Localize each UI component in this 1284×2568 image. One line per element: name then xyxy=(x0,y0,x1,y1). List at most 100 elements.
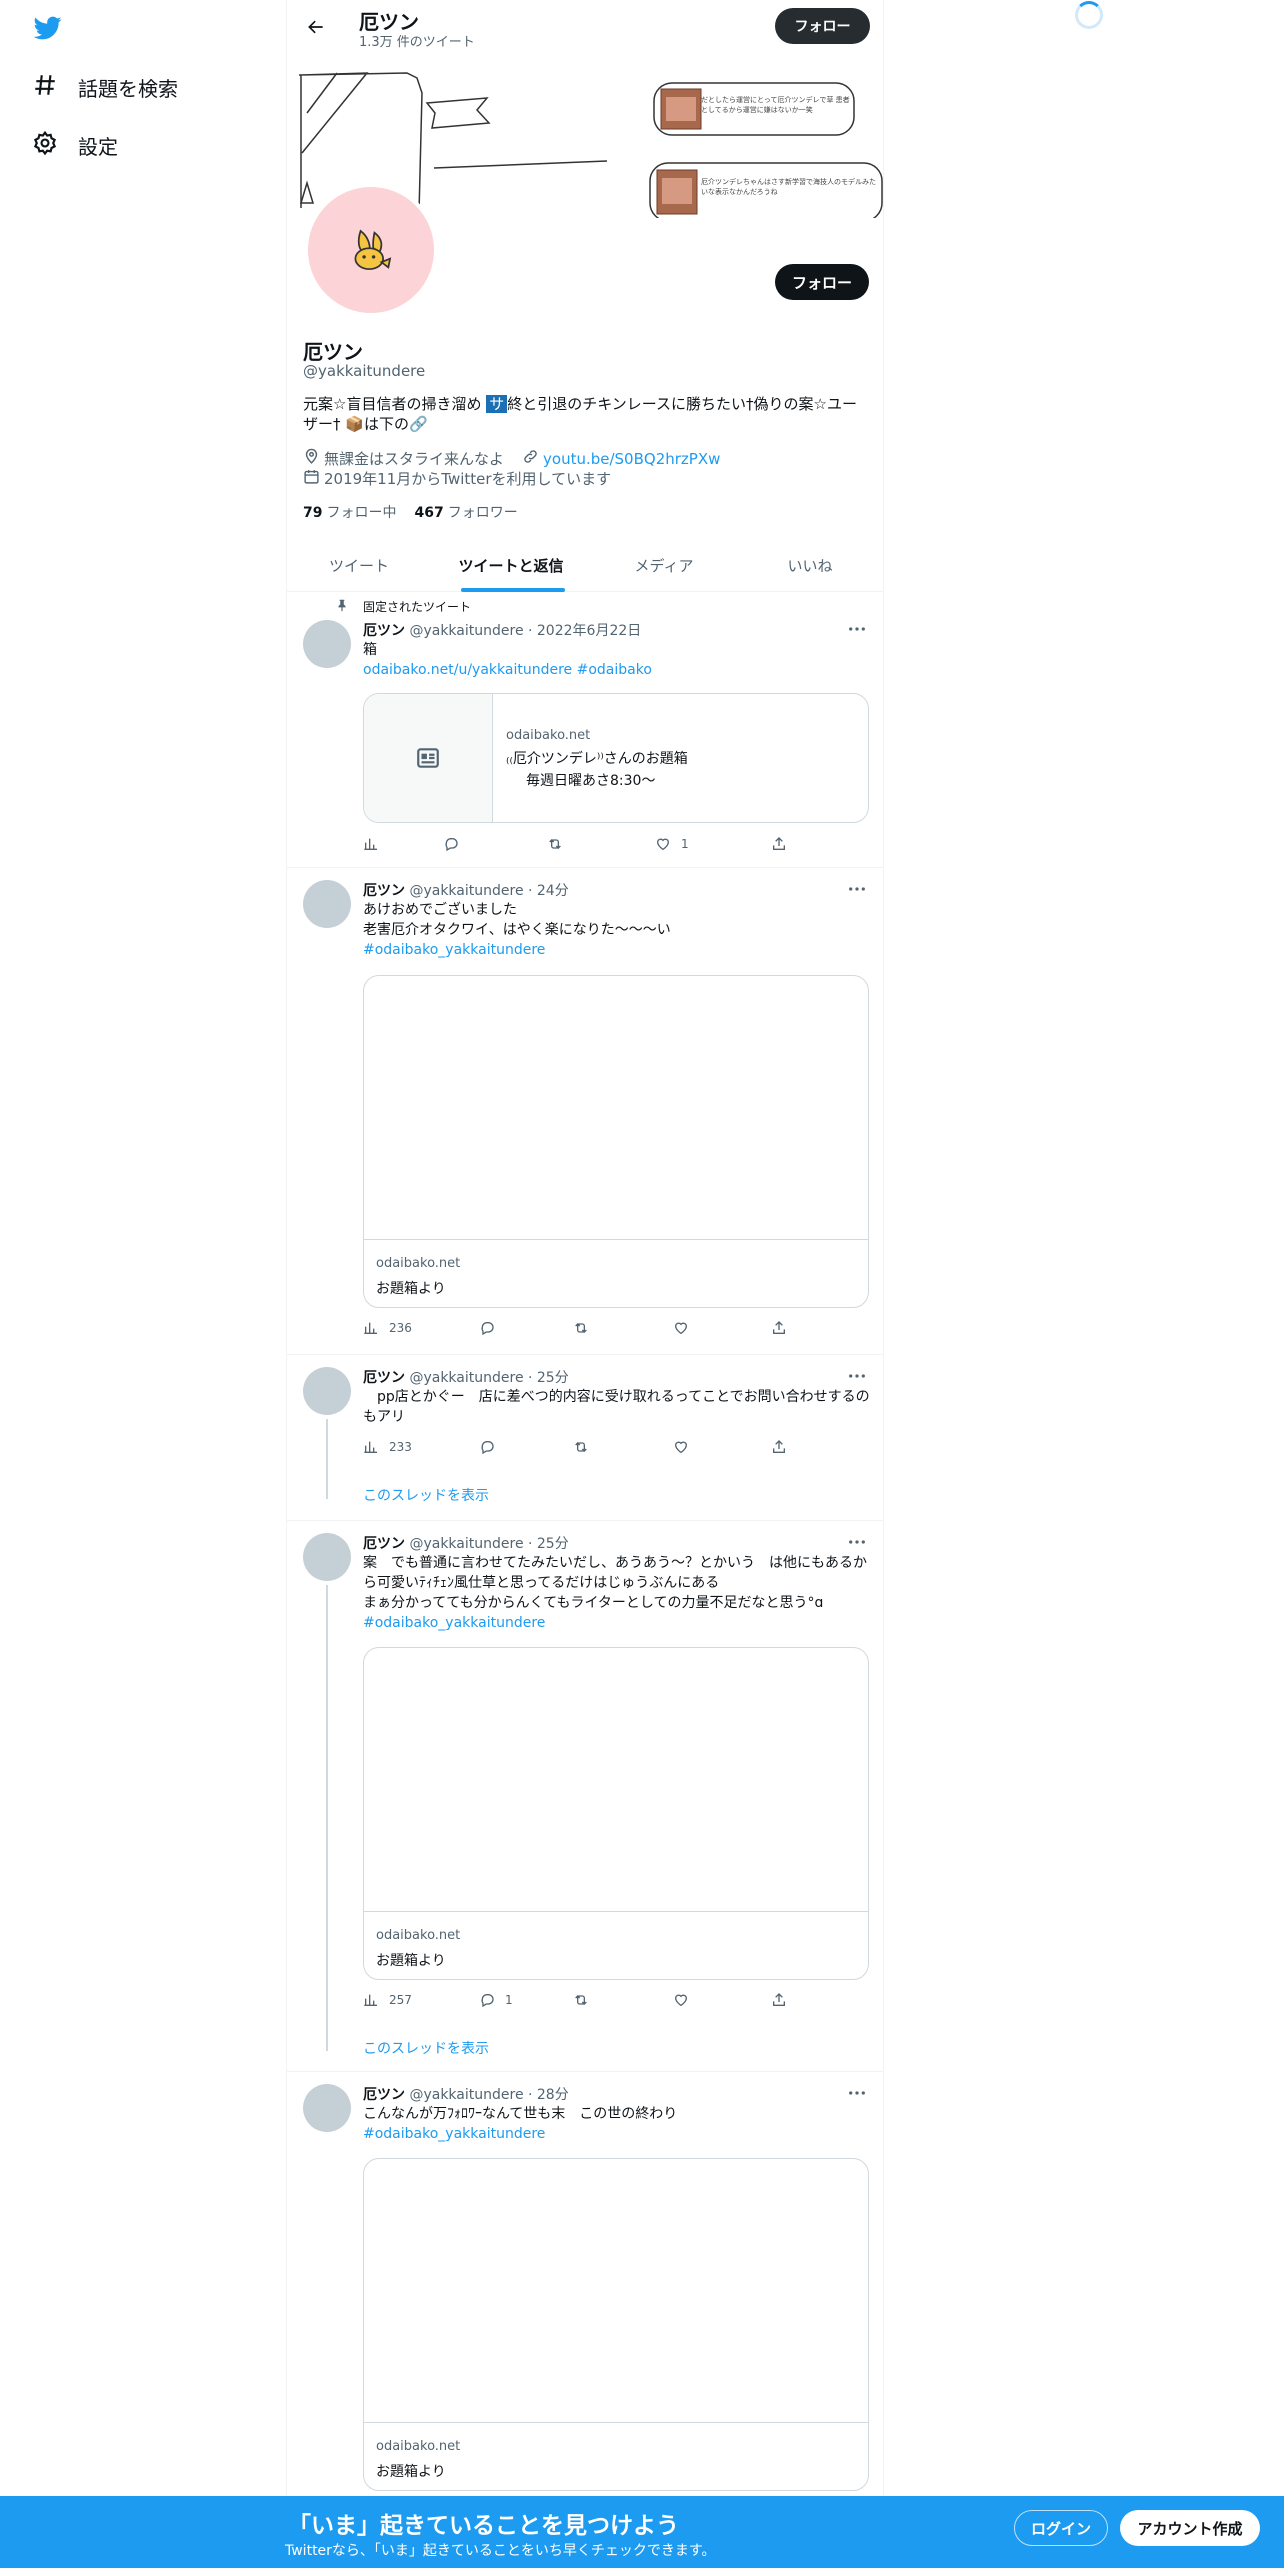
more-options-icon[interactable] xyxy=(847,1535,867,1549)
hashtag-icon xyxy=(32,72,58,103)
share-button[interactable] xyxy=(771,1320,787,1336)
tweet-meta: @yakkaitundere · 24分 xyxy=(409,883,569,899)
tweet-link[interactable]: odaibako.net/u/yakkaitundere #odaibako xyxy=(363,660,871,680)
tweet-hashtag[interactable]: #odaibako_yakkaitundere xyxy=(363,1613,871,1633)
heart-icon xyxy=(674,1994,688,2007)
followers-link[interactable]: 467 フォロワー xyxy=(414,502,517,522)
retweet-button[interactable] xyxy=(573,1439,589,1455)
tweet-meta: @yakkaitundere · 25分 xyxy=(409,1536,569,1552)
profile-tabs: ツイート ツイートと返信 メディア いいね xyxy=(287,538,883,592)
more-options-icon[interactable] xyxy=(847,882,867,896)
link-card[interactable]: odaibako.net ₍₍厄介ツンデレ⁾⁾さんのお題箱 毎週日曜あさ8:30… xyxy=(363,693,869,823)
tab-media[interactable]: メディア xyxy=(591,538,737,592)
tweet-item[interactable]: 固定されたツイート 厄ツン @yakkaitundere · 2022年6月22… xyxy=(287,592,883,868)
tweet-avatar[interactable] xyxy=(303,1533,351,1581)
retweet-button[interactable] xyxy=(547,836,563,852)
tab-tweets-and-replies-label: ツイートと返信 xyxy=(458,556,564,575)
header-follow-button[interactable]: フォロー xyxy=(775,8,870,44)
tweet-header: 厄ツン @yakkaitundere · 24分 xyxy=(363,880,569,900)
tweet-avatar[interactable] xyxy=(303,2084,351,2132)
signup-banner-subtitle: Twitterなら、「いま」起きていることをいち早くチェックできます。 xyxy=(285,2543,716,2559)
views-button[interactable]: 233 xyxy=(363,1439,412,1455)
tab-tweets-and-replies[interactable]: ツイートと返信 xyxy=(431,538,591,592)
nav-settings[interactable]: 設定 xyxy=(32,130,118,161)
bio-badge: サ xyxy=(486,395,508,413)
more-options-icon[interactable] xyxy=(847,622,867,636)
profile-location: 無課金はスタライ来んなよ xyxy=(324,450,505,468)
calendar-icon xyxy=(303,468,320,489)
reply-button[interactable] xyxy=(443,836,459,852)
top-bar: 厄ツン 1.3万 件のツイート フォロー xyxy=(287,0,883,53)
show-thread-link[interactable]: このスレッドを表示 xyxy=(363,1485,489,1505)
like-button[interactable]: 1 xyxy=(655,836,689,852)
link-card[interactable]: odaibako.net お題箱より xyxy=(363,2158,869,2491)
reply-button[interactable]: 1 xyxy=(479,1992,513,2008)
card-domain: odaibako.net xyxy=(376,1928,461,1943)
reply-button[interactable] xyxy=(479,1320,495,1336)
views-button[interactable]: 257 xyxy=(363,1992,412,2008)
tweet-avatar[interactable] xyxy=(303,1367,351,1415)
tweet-author: 厄ツン xyxy=(363,623,405,639)
tweet-avatar[interactable] xyxy=(303,880,351,928)
card-image xyxy=(364,976,868,1240)
tweet-actions: 233 xyxy=(363,1439,785,1459)
profile-follow-button[interactable]: フォロー xyxy=(775,264,869,300)
profile-link[interactable]: youtu.be/S0BQ2hrzPXw xyxy=(543,450,720,468)
like-count: 1 xyxy=(681,837,689,851)
bio-text-pre: 元案☆盲目信者の掃き溜め xyxy=(303,395,487,413)
link-icon xyxy=(522,448,539,469)
link-card[interactable]: odaibako.net お題箱より xyxy=(363,975,869,1308)
reply-icon xyxy=(445,838,458,852)
tweet-author: 厄ツン xyxy=(363,1536,405,1552)
following-link[interactable]: 79 フォロー中 xyxy=(303,502,396,522)
reply-icon xyxy=(481,1994,494,2008)
share-button[interactable] xyxy=(771,1439,787,1455)
like-button[interactable] xyxy=(673,1439,689,1455)
banner-note-1: だとしたら運営にとって厄介ツンデレで草 患者としてるから運営に嫌はないか一笑 xyxy=(701,96,850,114)
retweet-button[interactable] xyxy=(573,1992,589,2008)
nav-explore[interactable]: 話題を検索 xyxy=(32,72,178,103)
follow-stats: 79 フォロー中 467 フォロワー xyxy=(303,502,518,522)
tweet-item[interactable]: 厄ツン @yakkaitundere · 25分 pp店とかぐー 店に差べつ的内… xyxy=(287,1355,883,1521)
reply-button[interactable] xyxy=(479,1439,495,1455)
like-button[interactable] xyxy=(673,1992,689,2008)
view-count: 257 xyxy=(389,1993,412,2007)
views-icon xyxy=(364,1441,377,1453)
profile-meta-row: 無課金はスタライ来んなよ youtu.be/S0BQ2hrzPXw xyxy=(303,448,720,469)
tweet-item[interactable]: 厄ツン @yakkaitundere · 24分 あけおめでございました 老害厄… xyxy=(287,868,883,1355)
share-icon xyxy=(773,1440,785,1453)
share-icon xyxy=(773,1321,785,1334)
tweet-item[interactable]: 厄ツン @yakkaitundere · 28分 こんなんが万ﾌｫﾛﾜｰなんて世… xyxy=(287,2072,883,2496)
retweet-icon xyxy=(575,1323,587,1333)
more-options-icon[interactable] xyxy=(847,1369,867,1383)
more-options-icon[interactable] xyxy=(847,2086,867,2100)
share-button[interactable] xyxy=(771,836,787,852)
tweet-avatar[interactable] xyxy=(303,620,351,668)
profile-avatar[interactable] xyxy=(304,183,438,317)
tweet-hashtag[interactable]: #odaibako_yakkaitundere xyxy=(363,940,871,960)
card-image xyxy=(364,1648,868,1912)
views-button[interactable] xyxy=(363,836,379,852)
login-button[interactable]: ログイン xyxy=(1014,2510,1108,2546)
show-thread-link[interactable]: このスレッドを表示 xyxy=(363,2038,489,2058)
tweet-hashtag[interactable]: #odaibako_yakkaitundere xyxy=(363,2124,871,2144)
tab-likes[interactable]: いいね xyxy=(737,538,883,592)
retweet-button[interactable] xyxy=(573,1320,589,1336)
tweet-meta: @yakkaitundere · 2022年6月22日 xyxy=(409,623,642,639)
tweet-header: 厄ツン @yakkaitundere · 2022年6月22日 xyxy=(363,620,641,640)
like-button[interactable] xyxy=(673,1320,689,1336)
twitter-logo-icon[interactable] xyxy=(32,14,64,42)
link-card[interactable]: odaibako.net お題箱より xyxy=(363,1647,869,1980)
tweet-actions: 236 xyxy=(363,1320,785,1340)
tweet-meta: @yakkaitundere · 28分 xyxy=(409,2087,569,2103)
views-button[interactable]: 236 xyxy=(363,1320,412,1336)
views-icon xyxy=(364,838,377,850)
card-description: 毎週日曜あさ8:30〜 xyxy=(526,773,656,789)
tweet-item[interactable]: 厄ツン @yakkaitundere · 25分 案 でも普通に言わせてたみたい… xyxy=(287,1521,883,2072)
create-account-button[interactable]: アカウント作成 xyxy=(1120,2510,1260,2546)
view-count: 236 xyxy=(389,1321,412,1335)
tab-tweets[interactable]: ツイート xyxy=(287,538,431,592)
pinned-label: 固定されたツイート xyxy=(363,600,472,614)
share-button[interactable] xyxy=(771,1992,787,2008)
back-arrow-icon[interactable] xyxy=(301,12,331,42)
